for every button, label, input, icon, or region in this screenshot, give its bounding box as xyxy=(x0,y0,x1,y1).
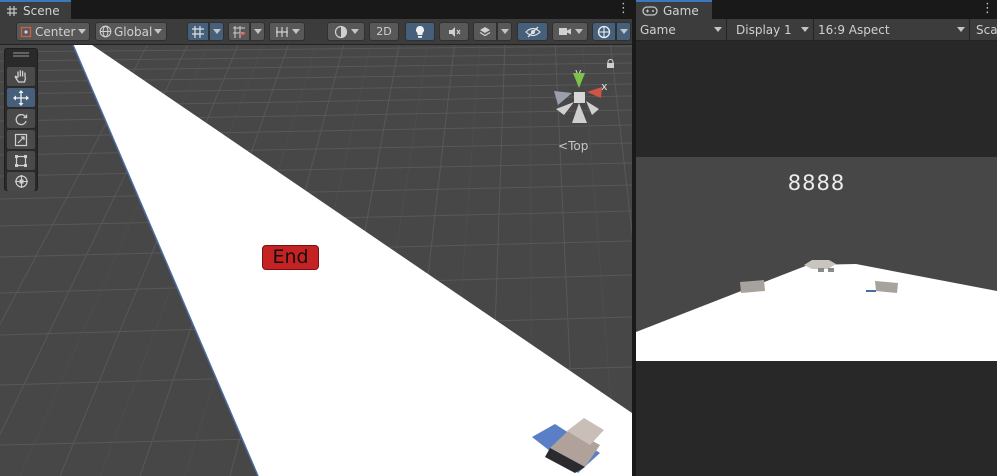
eye-hidden-icon xyxy=(524,26,541,37)
grid-visibility-button[interactable] xyxy=(187,22,209,41)
grid-options-dropdown[interactable] xyxy=(209,22,224,41)
svg-text:x: x xyxy=(601,80,608,93)
transform-icon xyxy=(14,175,28,188)
game-viewport[interactable]: 8888 xyxy=(636,157,997,361)
game-scene xyxy=(636,260,997,361)
camera-settings-dropdown[interactable] xyxy=(552,22,588,41)
pivot-rotation-dropdown[interactable]: Global xyxy=(95,22,167,41)
pivot-mode-label: Center xyxy=(35,24,76,39)
scale-icon xyxy=(14,133,28,146)
scene-more-icon[interactable]: ⋮ xyxy=(617,2,630,16)
game-obstacle-left xyxy=(740,280,765,293)
increment-snap-button[interactable] xyxy=(228,22,250,41)
hand-icon xyxy=(14,70,27,83)
chevron-down-icon xyxy=(957,27,965,32)
scene-tab[interactable]: Scene xyxy=(0,0,71,20)
scene-tab-bar: Scene ⋮ xyxy=(0,0,632,20)
draw-mode-dropdown[interactable] xyxy=(327,22,365,41)
chevron-down-icon xyxy=(291,29,300,34)
move-tool[interactable] xyxy=(7,88,35,107)
rotate-icon xyxy=(15,113,28,125)
rect-transform-icon xyxy=(15,154,27,167)
gamepad-icon xyxy=(642,6,658,16)
audio-toggle-button[interactable] xyxy=(439,22,469,41)
globe-icon xyxy=(99,25,112,38)
lock-icon[interactable] xyxy=(606,59,615,69)
aspect-label: 16:9 Aspect xyxy=(818,22,890,37)
chevron-down-icon xyxy=(212,29,221,34)
chevron-down-icon xyxy=(801,27,809,32)
chevron-down-icon xyxy=(253,29,262,34)
orientation-gizmo[interactable]: y x xyxy=(546,65,616,149)
effects-options-dropdown[interactable] xyxy=(497,22,512,41)
snap-options-dropdown[interactable] xyxy=(250,22,265,41)
chevron-down-icon xyxy=(500,29,509,34)
game-toolbar: Game Display 1 16:9 Aspect Sca xyxy=(636,19,997,41)
chevron-down-icon xyxy=(78,29,87,34)
scene-tab-label: Scene xyxy=(23,4,60,18)
hand-tool[interactable] xyxy=(7,67,35,86)
game-tab-label: Game xyxy=(663,4,699,18)
scale-slider[interactable]: Sca xyxy=(972,19,997,40)
snap-magnet-icon xyxy=(233,25,246,38)
y-axis-cone[interactable] xyxy=(573,73,585,88)
transform-tool[interactable] xyxy=(7,172,35,191)
chevron-left-icon: < xyxy=(558,139,569,153)
aspect-dropdown[interactable]: 16:9 Aspect xyxy=(814,19,970,40)
pivot-center-icon xyxy=(20,26,32,37)
display-label: Display 1 xyxy=(736,22,792,37)
gizmos-options-dropdown[interactable] xyxy=(616,22,631,41)
move-arrows-icon xyxy=(13,89,29,106)
gizmo-sphere-icon xyxy=(597,25,611,38)
chevron-down-icon xyxy=(574,29,583,34)
game-obstacle-right xyxy=(875,281,898,293)
scale-tool[interactable] xyxy=(7,130,35,149)
game-view-mode-dropdown[interactable]: Game xyxy=(636,19,727,40)
x-axis-cone[interactable] xyxy=(587,87,602,98)
game-more-icon[interactable]: ⋮ xyxy=(981,2,994,16)
game-tab-bar: Game ⋮ xyxy=(636,0,997,20)
lighting-toggle-button[interactable] xyxy=(405,22,435,41)
scale-label: Sca xyxy=(976,22,997,37)
layers-effects-icon xyxy=(479,26,491,36)
game-view-mode-label: Game xyxy=(640,22,676,37)
game-road xyxy=(636,264,997,361)
audio-mute-icon xyxy=(449,26,461,37)
lightbulb-icon xyxy=(416,25,424,38)
scene-grid-icon xyxy=(7,6,17,16)
display-dropdown[interactable]: Display 1 xyxy=(732,19,814,40)
hidden-objects-toggle-button[interactable] xyxy=(517,22,548,41)
overlay-drag-handle-icon[interactable] xyxy=(5,51,37,59)
grid-snap-icon xyxy=(192,25,204,38)
chevron-down-icon xyxy=(154,29,163,34)
scene-viewport[interactable]: y x <Top End xyxy=(0,45,632,476)
gizmos-toggle-button[interactable] xyxy=(592,22,616,41)
scene-toolbar: Center Global 2D xyxy=(0,19,632,45)
chevron-down-icon xyxy=(714,27,722,32)
game-panel: Game ⋮ Game Display 1 16:9 Aspect Sca 88… xyxy=(636,0,997,476)
pivot-rotation-label: Global xyxy=(114,24,153,39)
rotate-tool[interactable] xyxy=(7,109,35,128)
camera-icon xyxy=(558,28,571,35)
rect-tool[interactable] xyxy=(7,151,35,170)
scene-panel: Scene ⋮ Center Global 2D y x <Top End xyxy=(0,0,632,476)
pivot-mode-dropdown[interactable]: Center xyxy=(16,22,90,41)
effects-toggle-button[interactable] xyxy=(473,22,497,41)
orientation-label[interactable]: <Top xyxy=(558,139,588,153)
snap-settings-button[interactable] xyxy=(269,22,305,41)
game-tab[interactable]: Game xyxy=(636,0,712,20)
snap-settings-icon xyxy=(275,26,288,37)
chevron-down-icon xyxy=(350,29,359,34)
orientation-label-text: Top xyxy=(568,139,589,153)
end-ui-button[interactable]: End xyxy=(262,245,319,270)
chevron-down-icon xyxy=(619,29,628,34)
2d-mode-button[interactable]: 2D xyxy=(369,22,399,41)
shading-mode-icon xyxy=(334,25,347,38)
tools-overlay xyxy=(4,48,38,191)
